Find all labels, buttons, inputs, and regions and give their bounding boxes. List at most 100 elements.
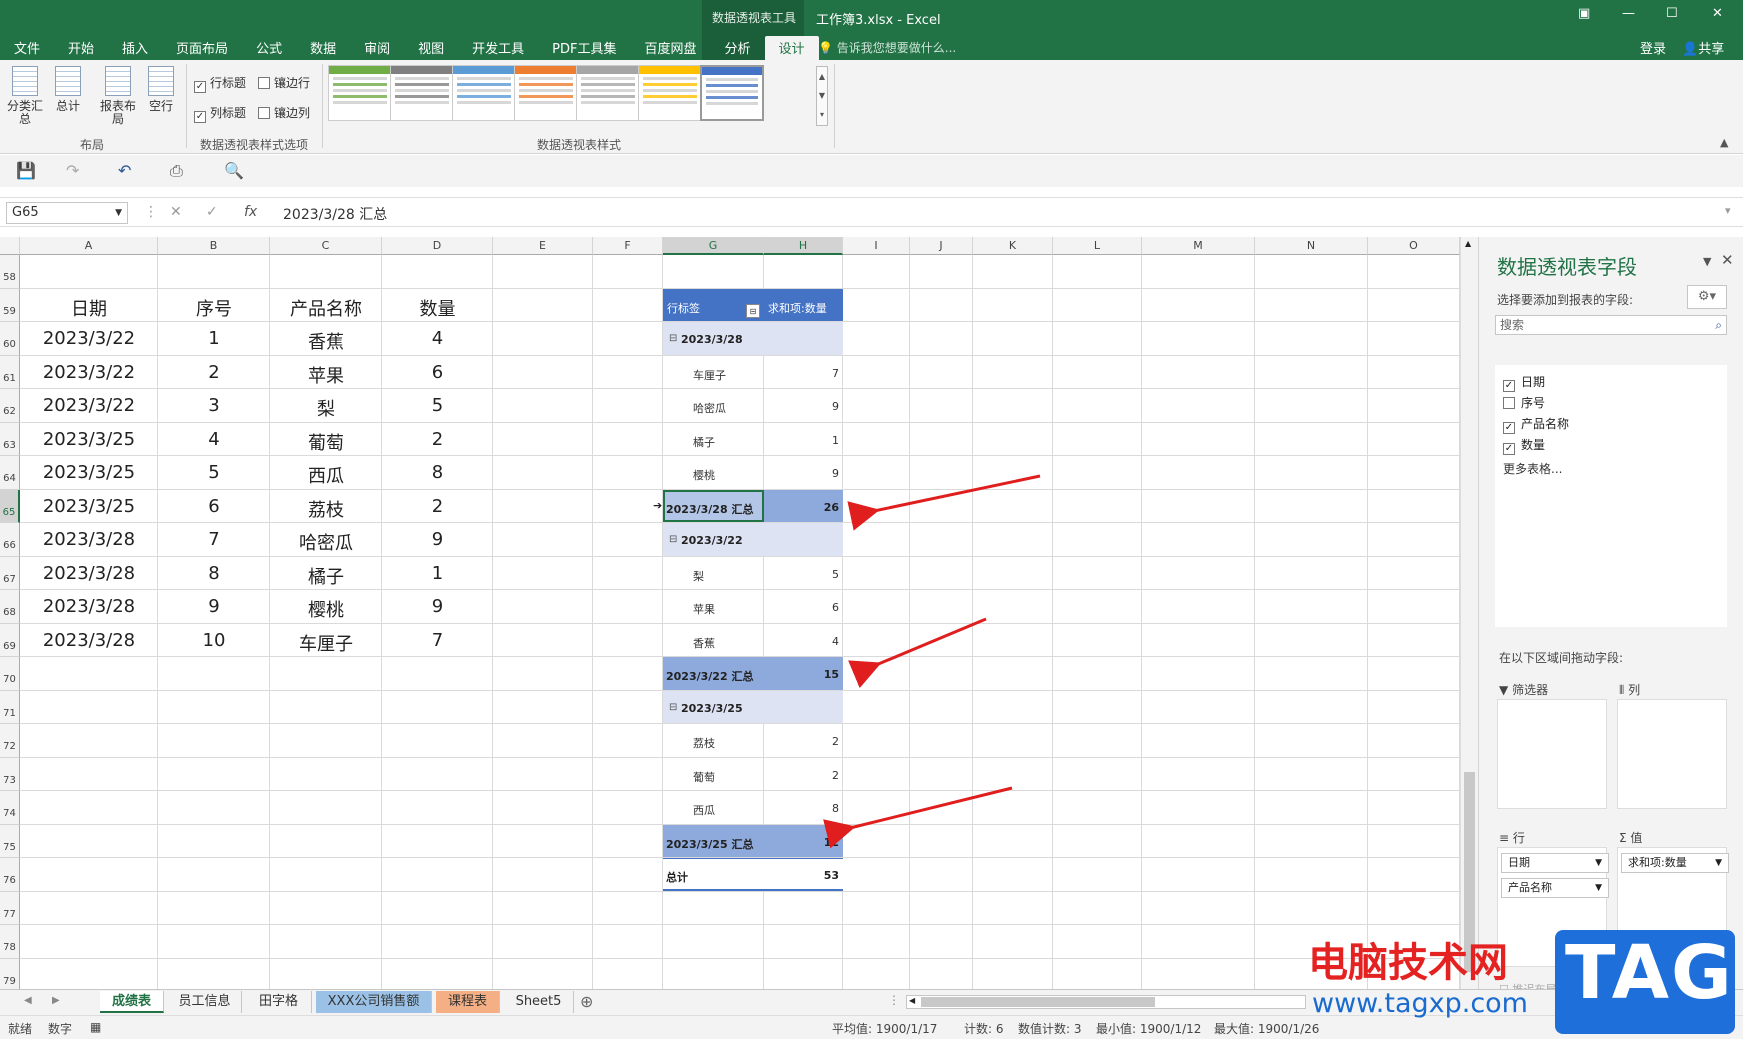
- ribbon-display-icon[interactable]: ▣: [1578, 6, 1590, 21]
- scroll-left-icon[interactable]: ◀: [909, 996, 915, 1005]
- field-name: 序号: [1521, 396, 1546, 410]
- menu-tab-item[interactable]: 文件: [0, 36, 54, 60]
- checkbox-checked-icon: ✓: [194, 111, 206, 123]
- subtotals-button[interactable]: 分类汇总: [6, 66, 44, 126]
- style-swatch-row: [706, 78, 758, 81]
- row-headers-checkbox[interactable]: ✓ 行标题: [194, 74, 246, 93]
- style-options-group-label: 数据透视表样式选项: [200, 138, 309, 152]
- drag-hint: 在以下区域间拖动字段:: [1499, 651, 1624, 665]
- checkbox-checked-icon[interactable]: ✓: [1503, 422, 1515, 434]
- enter-icon[interactable]: ✓: [206, 204, 218, 220]
- maximize-icon[interactable]: ☐: [1666, 6, 1678, 21]
- cancel-icon[interactable]: ✕: [170, 204, 182, 220]
- pane-options-icon[interactable]: ▼: [1703, 255, 1711, 268]
- horizontal-scrollbar[interactable]: ◀: [906, 995, 1306, 1009]
- menu-tab-item[interactable]: 插入: [108, 36, 162, 60]
- sheet-tab[interactable]: 田字格: [246, 991, 312, 1013]
- menu-tab-item[interactable]: 数据: [296, 36, 350, 60]
- gallery-down-icon[interactable]: ▼: [817, 86, 827, 105]
- menu-tab-item[interactable]: 页面布局: [162, 36, 242, 60]
- add-sheet-icon[interactable]: ⊕: [580, 992, 593, 1011]
- pivot-style-swatch[interactable]: [576, 65, 640, 121]
- scroll-up-icon[interactable]: ▲: [1465, 239, 1471, 248]
- login-button[interactable]: 登录: [1640, 38, 1666, 57]
- menu-tab-item[interactable]: 视图: [404, 36, 458, 60]
- pivot-style-swatch[interactable]: [452, 65, 516, 121]
- columns-area[interactable]: [1617, 699, 1727, 809]
- checkbox-empty-icon: [258, 107, 270, 119]
- field-search-input[interactable]: 搜索 ⌕: [1495, 315, 1727, 335]
- pivot-style-swatch[interactable]: [390, 65, 454, 121]
- menu-tab-item[interactable]: 开始: [54, 36, 108, 60]
- save-icon[interactable]: 💾: [16, 161, 36, 180]
- blank-rows-button[interactable]: 空行: [144, 66, 178, 113]
- prev-sheet-icon[interactable]: ◀: [24, 995, 32, 1006]
- gear-icon[interactable]: ⚙▾: [1687, 285, 1727, 309]
- more-tables-link[interactable]: 更多表格...: [1503, 460, 1562, 477]
- menu-tab-item[interactable]: 百度网盘: [630, 36, 710, 60]
- sheet-tab[interactable]: Sheet5: [504, 991, 574, 1013]
- expand-formula-icon[interactable]: ▾: [1725, 204, 1731, 217]
- style-swatch-row: [581, 89, 635, 92]
- value-field-sum[interactable]: 求和项:数量 ▼: [1621, 853, 1729, 873]
- style-swatch-header: [702, 67, 762, 75]
- checkbox-empty-icon[interactable]: [1503, 397, 1515, 409]
- pivot-style-swatch[interactable]: [514, 65, 578, 121]
- report-layout-icon: [105, 66, 131, 96]
- col-headers-checkbox[interactable]: ✓ 列标题: [194, 104, 246, 123]
- name-box[interactable]: G65 ▼: [6, 202, 128, 224]
- gallery-more-icon[interactable]: ▾: [817, 105, 827, 124]
- banded-cols-checkbox[interactable]: 镶边列: [258, 104, 310, 121]
- share-label: 共享: [1698, 42, 1725, 57]
- menu-tab-item[interactable]: 开发工具: [458, 36, 538, 60]
- report-layout-button[interactable]: 报表布局: [98, 66, 138, 126]
- pivot-style-swatch[interactable]: [638, 65, 702, 121]
- menu-tab-item[interactable]: 审阅: [350, 36, 404, 60]
- checkbox-checked-icon[interactable]: ✓: [1503, 380, 1515, 392]
- menu-tab-item[interactable]: 公式: [242, 36, 296, 60]
- zoom-preview-icon[interactable]: 🔍: [224, 161, 244, 180]
- share-button[interactable]: 👤共享: [1682, 38, 1724, 57]
- filters-area[interactable]: [1497, 699, 1607, 809]
- close-icon[interactable]: ✕: [1712, 6, 1723, 21]
- collapse-ribbon-icon[interactable]: ▲: [1720, 136, 1728, 149]
- sheet-tab[interactable]: XXX公司销售额: [316, 991, 432, 1013]
- checkbox-checked-icon[interactable]: ✓: [1503, 443, 1515, 455]
- field-item[interactable]: 序号: [1503, 394, 1545, 411]
- print-preview-icon[interactable]: ⎙: [170, 161, 183, 181]
- insert-function-icon[interactable]: fx: [244, 204, 257, 220]
- status-min: 最小值: 1900/1/12: [1096, 1022, 1202, 1036]
- chevron-down-icon[interactable]: ▼: [115, 203, 122, 223]
- pivot-style-swatch[interactable]: [700, 65, 764, 121]
- more-icon: ⋮: [144, 204, 158, 220]
- macro-record-icon[interactable]: ▦: [90, 1020, 101, 1034]
- menu-tab-item[interactable]: 设计: [764, 36, 819, 60]
- field-item[interactable]: ✓ 日期: [1503, 373, 1545, 392]
- next-sheet-icon[interactable]: ▶: [52, 995, 60, 1006]
- grand-totals-button[interactable]: 总计: [50, 66, 86, 113]
- menu-tab-item[interactable]: 分析: [710, 36, 764, 60]
- redo-icon[interactable]: ↷: [66, 161, 79, 180]
- banded-rows-checkbox[interactable]: 镶边行: [258, 74, 310, 91]
- tell-me-search[interactable]: 💡 告诉我您想要做什么...: [818, 39, 956, 56]
- gallery-up-icon[interactable]: ▲: [817, 67, 827, 86]
- row-field-date[interactable]: 日期 ▼: [1501, 853, 1609, 873]
- sheet-tab[interactable]: 成绩表: [100, 991, 164, 1013]
- sheet-tab[interactable]: 课程表: [436, 991, 500, 1013]
- sheet-tab[interactable]: 员工信息: [168, 991, 242, 1013]
- menu-tab-item[interactable]: PDF工具集: [538, 36, 630, 60]
- lightbulb-icon: 💡: [818, 41, 833, 55]
- style-swatch-row: [581, 95, 635, 98]
- horizontal-scroll-thumb[interactable]: [921, 997, 1155, 1007]
- formula-input[interactable]: 2023/3/28 汇总: [283, 204, 387, 224]
- field-item[interactable]: ✓ 数量: [1503, 436, 1545, 455]
- row-field-product[interactable]: 产品名称 ▼: [1501, 878, 1609, 898]
- minimize-icon[interactable]: —: [1622, 6, 1635, 21]
- gallery-scroll[interactable]: ▲ ▼ ▾: [816, 66, 828, 126]
- pivot-style-swatch[interactable]: [328, 65, 392, 121]
- undo-icon[interactable]: ↶: [118, 161, 131, 180]
- field-item[interactable]: ✓ 产品名称: [1503, 415, 1569, 434]
- close-pane-icon[interactable]: ✕: [1721, 251, 1734, 269]
- vertical-scrollbar[interactable]: ▲: [1460, 237, 1478, 990]
- style-swatch-row: [457, 101, 511, 104]
